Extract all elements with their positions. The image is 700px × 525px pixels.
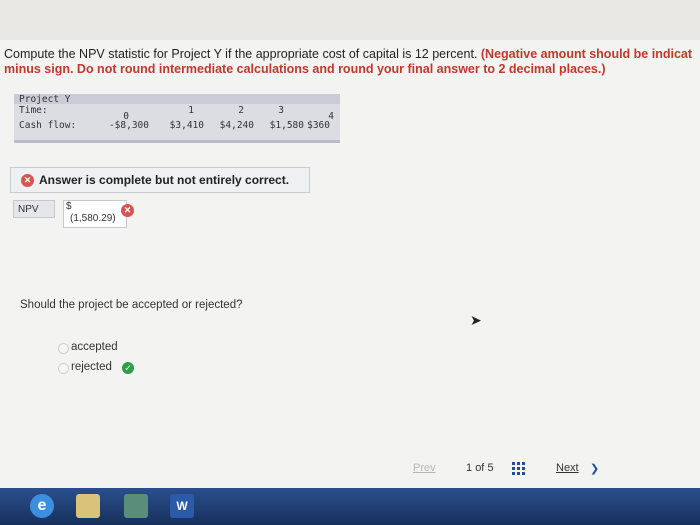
npv-label: NPV <box>13 200 55 218</box>
cash-flow-2: $4,240 <box>219 120 254 131</box>
question-note-1: (Negative amount should be indicat <box>480 47 693 61</box>
grid-view-icon[interactable] <box>512 462 525 475</box>
word-icon[interactable]: W <box>170 494 194 518</box>
radio-rejected[interactable] <box>58 363 69 374</box>
time-3: 3 <box>278 105 284 116</box>
correct-check-icon: ✓ <box>122 362 134 374</box>
cash-flow-1: $3,410 <box>169 120 204 131</box>
browser-icon[interactable]: e <box>30 494 54 518</box>
option-accepted-label: accepted <box>71 341 118 353</box>
time-1: 1 <box>188 105 194 116</box>
npv-input[interactable]: $ (1,580.29) <box>63 200 127 228</box>
cash-flow-label: Cash flow: <box>19 120 77 131</box>
time-label: Time: <box>19 105 48 116</box>
project-title: Project Y <box>19 94 71 105</box>
cash-flow-3: $1,580 <box>269 120 304 131</box>
error-icon: ✕ <box>21 174 34 187</box>
accept-reject-question: Should the project be accepted or reject… <box>20 299 243 311</box>
npv-value: (1,580.29) <box>70 213 116 224</box>
app-icon[interactable] <box>124 494 148 518</box>
page-total: 5 <box>487 462 494 474</box>
taskbar: e W <box>0 488 700 525</box>
answer-status-text: Answer is complete but not entirely corr… <box>39 173 290 187</box>
top-bar <box>0 0 700 40</box>
chevron-right-icon[interactable]: ❯ <box>590 462 599 475</box>
answer-status-banner: ✕ Answer is complete but not entirely co… <box>10 167 310 193</box>
next-link[interactable]: Next <box>556 462 579 474</box>
question-text: Compute the NPV statistic for Project Y … <box>4 47 700 77</box>
page-of: of <box>475 462 485 474</box>
radio-accepted[interactable] <box>58 343 69 354</box>
npv-currency: $ <box>66 201 72 212</box>
page-indicator: 1 of 5 <box>466 462 494 474</box>
prev-link[interactable]: Prev <box>413 462 436 474</box>
folder-icon[interactable] <box>76 494 100 518</box>
cash-flow-4: $360 <box>307 120 330 131</box>
mouse-cursor-icon: ➤ <box>470 312 482 328</box>
project-cash-flow-table: Project Y Time: Cash flow: 0 1 2 3 4 -$8… <box>14 94 340 143</box>
question-note-2: minus sign. Do not round intermediate ca… <box>4 62 606 76</box>
page-current: 1 <box>466 462 473 474</box>
cash-flow-0: -$8,300 <box>108 120 149 131</box>
incorrect-icon: ✕ <box>121 204 134 217</box>
option-rejected-label: rejected <box>71 361 112 373</box>
time-2: 2 <box>238 105 244 116</box>
question-main: Compute the NPV statistic for Project Y … <box>4 47 478 61</box>
